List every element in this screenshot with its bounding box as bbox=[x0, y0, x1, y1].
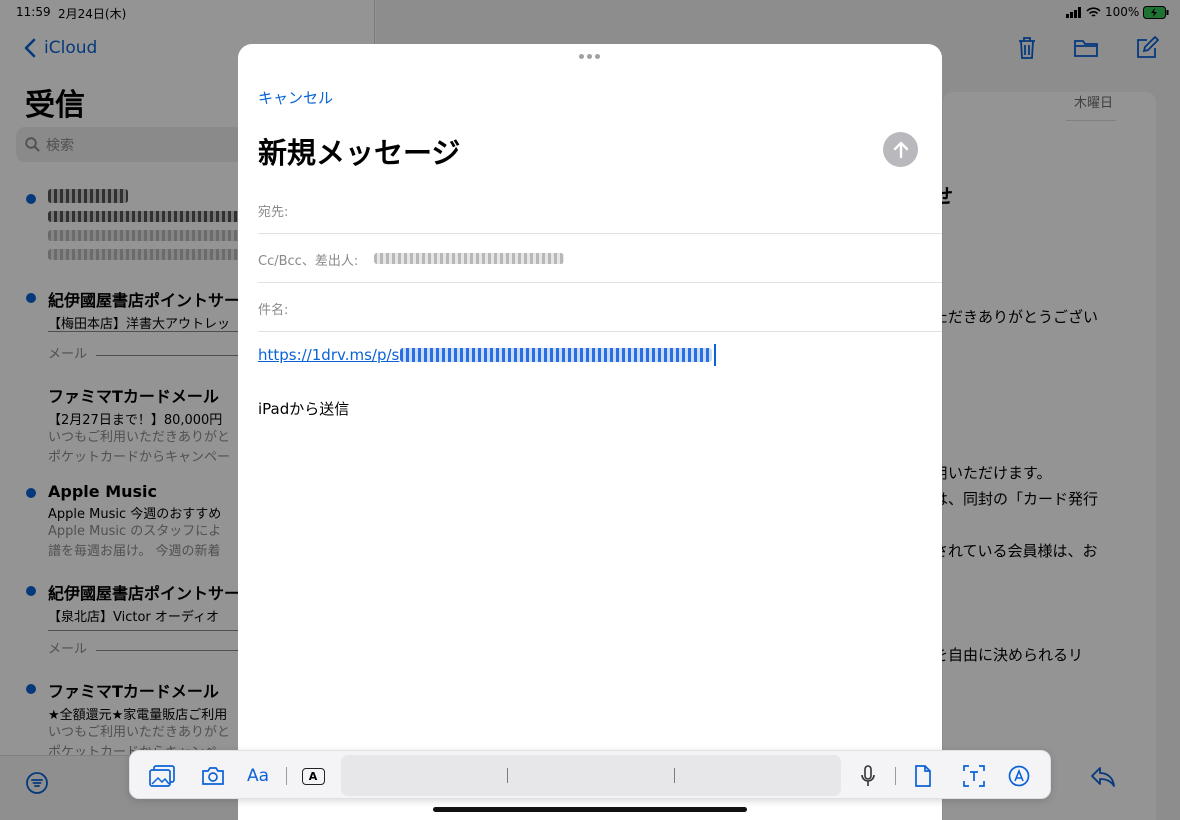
send-button[interactable] bbox=[883, 132, 918, 167]
document-icon[interactable] bbox=[910, 763, 936, 789]
formatting-toolbar: Aa A bbox=[129, 750, 1051, 799]
subject-field[interactable]: 件名: bbox=[258, 283, 942, 332]
compose-title: 新規メッセージ bbox=[258, 136, 461, 170]
subject-label: 件名: bbox=[258, 303, 289, 318]
photo-library-icon[interactable] bbox=[149, 763, 175, 789]
link-text[interactable]: https://1drv.ms/p/s bbox=[258, 346, 399, 364]
camera-icon[interactable] bbox=[200, 763, 226, 789]
suggestion-divider bbox=[507, 768, 508, 783]
microphone-icon[interactable] bbox=[855, 763, 881, 789]
scan-text-icon[interactable] bbox=[961, 763, 987, 789]
ccbcc-from-field[interactable]: Cc/Bcc、差出人: bbox=[258, 234, 942, 283]
sheet-grabber[interactable] bbox=[579, 54, 600, 59]
text-cursor bbox=[714, 344, 717, 366]
suggestion-divider bbox=[674, 768, 675, 783]
to-label: 宛先: bbox=[258, 205, 289, 220]
compose-sheet: キャンセル 新規メッセージ 宛先: Cc/Bcc、差出人: 件名: https:… bbox=[238, 44, 942, 820]
to-field[interactable]: 宛先: bbox=[258, 185, 942, 234]
message-body-editor[interactable]: https://1drv.ms/p/s bbox=[258, 344, 717, 366]
redacted-link bbox=[400, 348, 713, 362]
markup-text-icon[interactable]: A bbox=[300, 763, 326, 789]
quicktype-suggestions[interactable] bbox=[341, 755, 841, 796]
toolbar-separator bbox=[286, 767, 287, 785]
toolbar-separator bbox=[895, 767, 896, 785]
arrow-up-icon bbox=[893, 141, 908, 158]
home-indicator[interactable] bbox=[433, 807, 747, 812]
ccbcc-label: Cc/Bcc、差出人: bbox=[258, 254, 359, 269]
signature: iPadから送信 bbox=[258, 400, 350, 418]
redacted-from-address bbox=[374, 253, 564, 264]
text-format-icon[interactable]: Aa bbox=[245, 763, 271, 789]
markup-icon[interactable] bbox=[1006, 763, 1032, 789]
cancel-button[interactable]: キャンセル bbox=[258, 87, 333, 108]
